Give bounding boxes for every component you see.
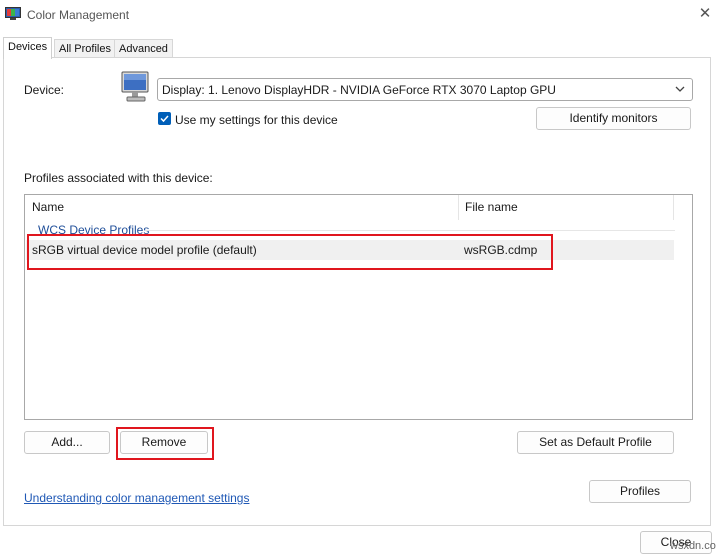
color-management-help-link[interactable]: Understanding color management settings	[24, 491, 249, 505]
profile-name-cell: sRGB virtual device model profile (defau…	[32, 243, 257, 257]
color-management-icon	[5, 7, 21, 20]
checkmark-icon	[160, 115, 169, 123]
close-window-button[interactable]: ✕	[696, 5, 714, 23]
group-label: WCS Device Profiles	[38, 223, 150, 237]
device-select[interactable]: Display: 1. Lenovo DisplayHDR - NVIDIA G…	[157, 78, 693, 101]
device-select-value: Display: 1. Lenovo DisplayHDR - NVIDIA G…	[162, 83, 556, 97]
remove-button[interactable]: Remove	[120, 431, 208, 454]
profile-file-cell: wsRGB.cdmp	[464, 243, 538, 257]
column-divider[interactable]	[673, 195, 674, 220]
tab-advanced[interactable]: Advanced	[114, 39, 173, 58]
identify-monitors-button[interactable]: Identify monitors	[536, 107, 691, 130]
monitor-icon	[121, 71, 149, 102]
tab-strip: Devices All Profiles Advanced	[0, 37, 716, 59]
window-title: Color Management	[27, 8, 130, 22]
dialog-footer	[0, 526, 716, 558]
close-icon: ✕	[698, 5, 712, 22]
use-my-settings-checkbox[interactable]	[158, 112, 171, 125]
group-divider	[145, 230, 675, 231]
add-button[interactable]: Add...	[24, 431, 110, 454]
use-my-settings-label: Use my settings for this device	[175, 113, 338, 127]
tab-devices[interactable]: Devices	[3, 37, 53, 59]
watermark: wsxdn.com	[670, 540, 716, 552]
profiles-button[interactable]: Profiles	[589, 480, 691, 503]
title-bar: Color Management ✕	[0, 0, 716, 30]
device-label: Device:	[24, 83, 65, 97]
table-row[interactable]: sRGB virtual device model profile (defau…	[26, 240, 674, 260]
column-header-name[interactable]: Name	[25, 195, 458, 220]
column-header-file-name[interactable]: File name	[458, 195, 673, 220]
profiles-label: Profiles associated with this device:	[24, 171, 213, 185]
tab-all-profiles[interactable]: All Profiles	[54, 39, 116, 58]
profiles-list[interactable]: Name File name WCS Device Profiles sRGB …	[24, 194, 693, 420]
chevron-down-icon	[674, 82, 686, 99]
set-default-profile-button[interactable]: Set as Default Profile	[517, 431, 674, 454]
